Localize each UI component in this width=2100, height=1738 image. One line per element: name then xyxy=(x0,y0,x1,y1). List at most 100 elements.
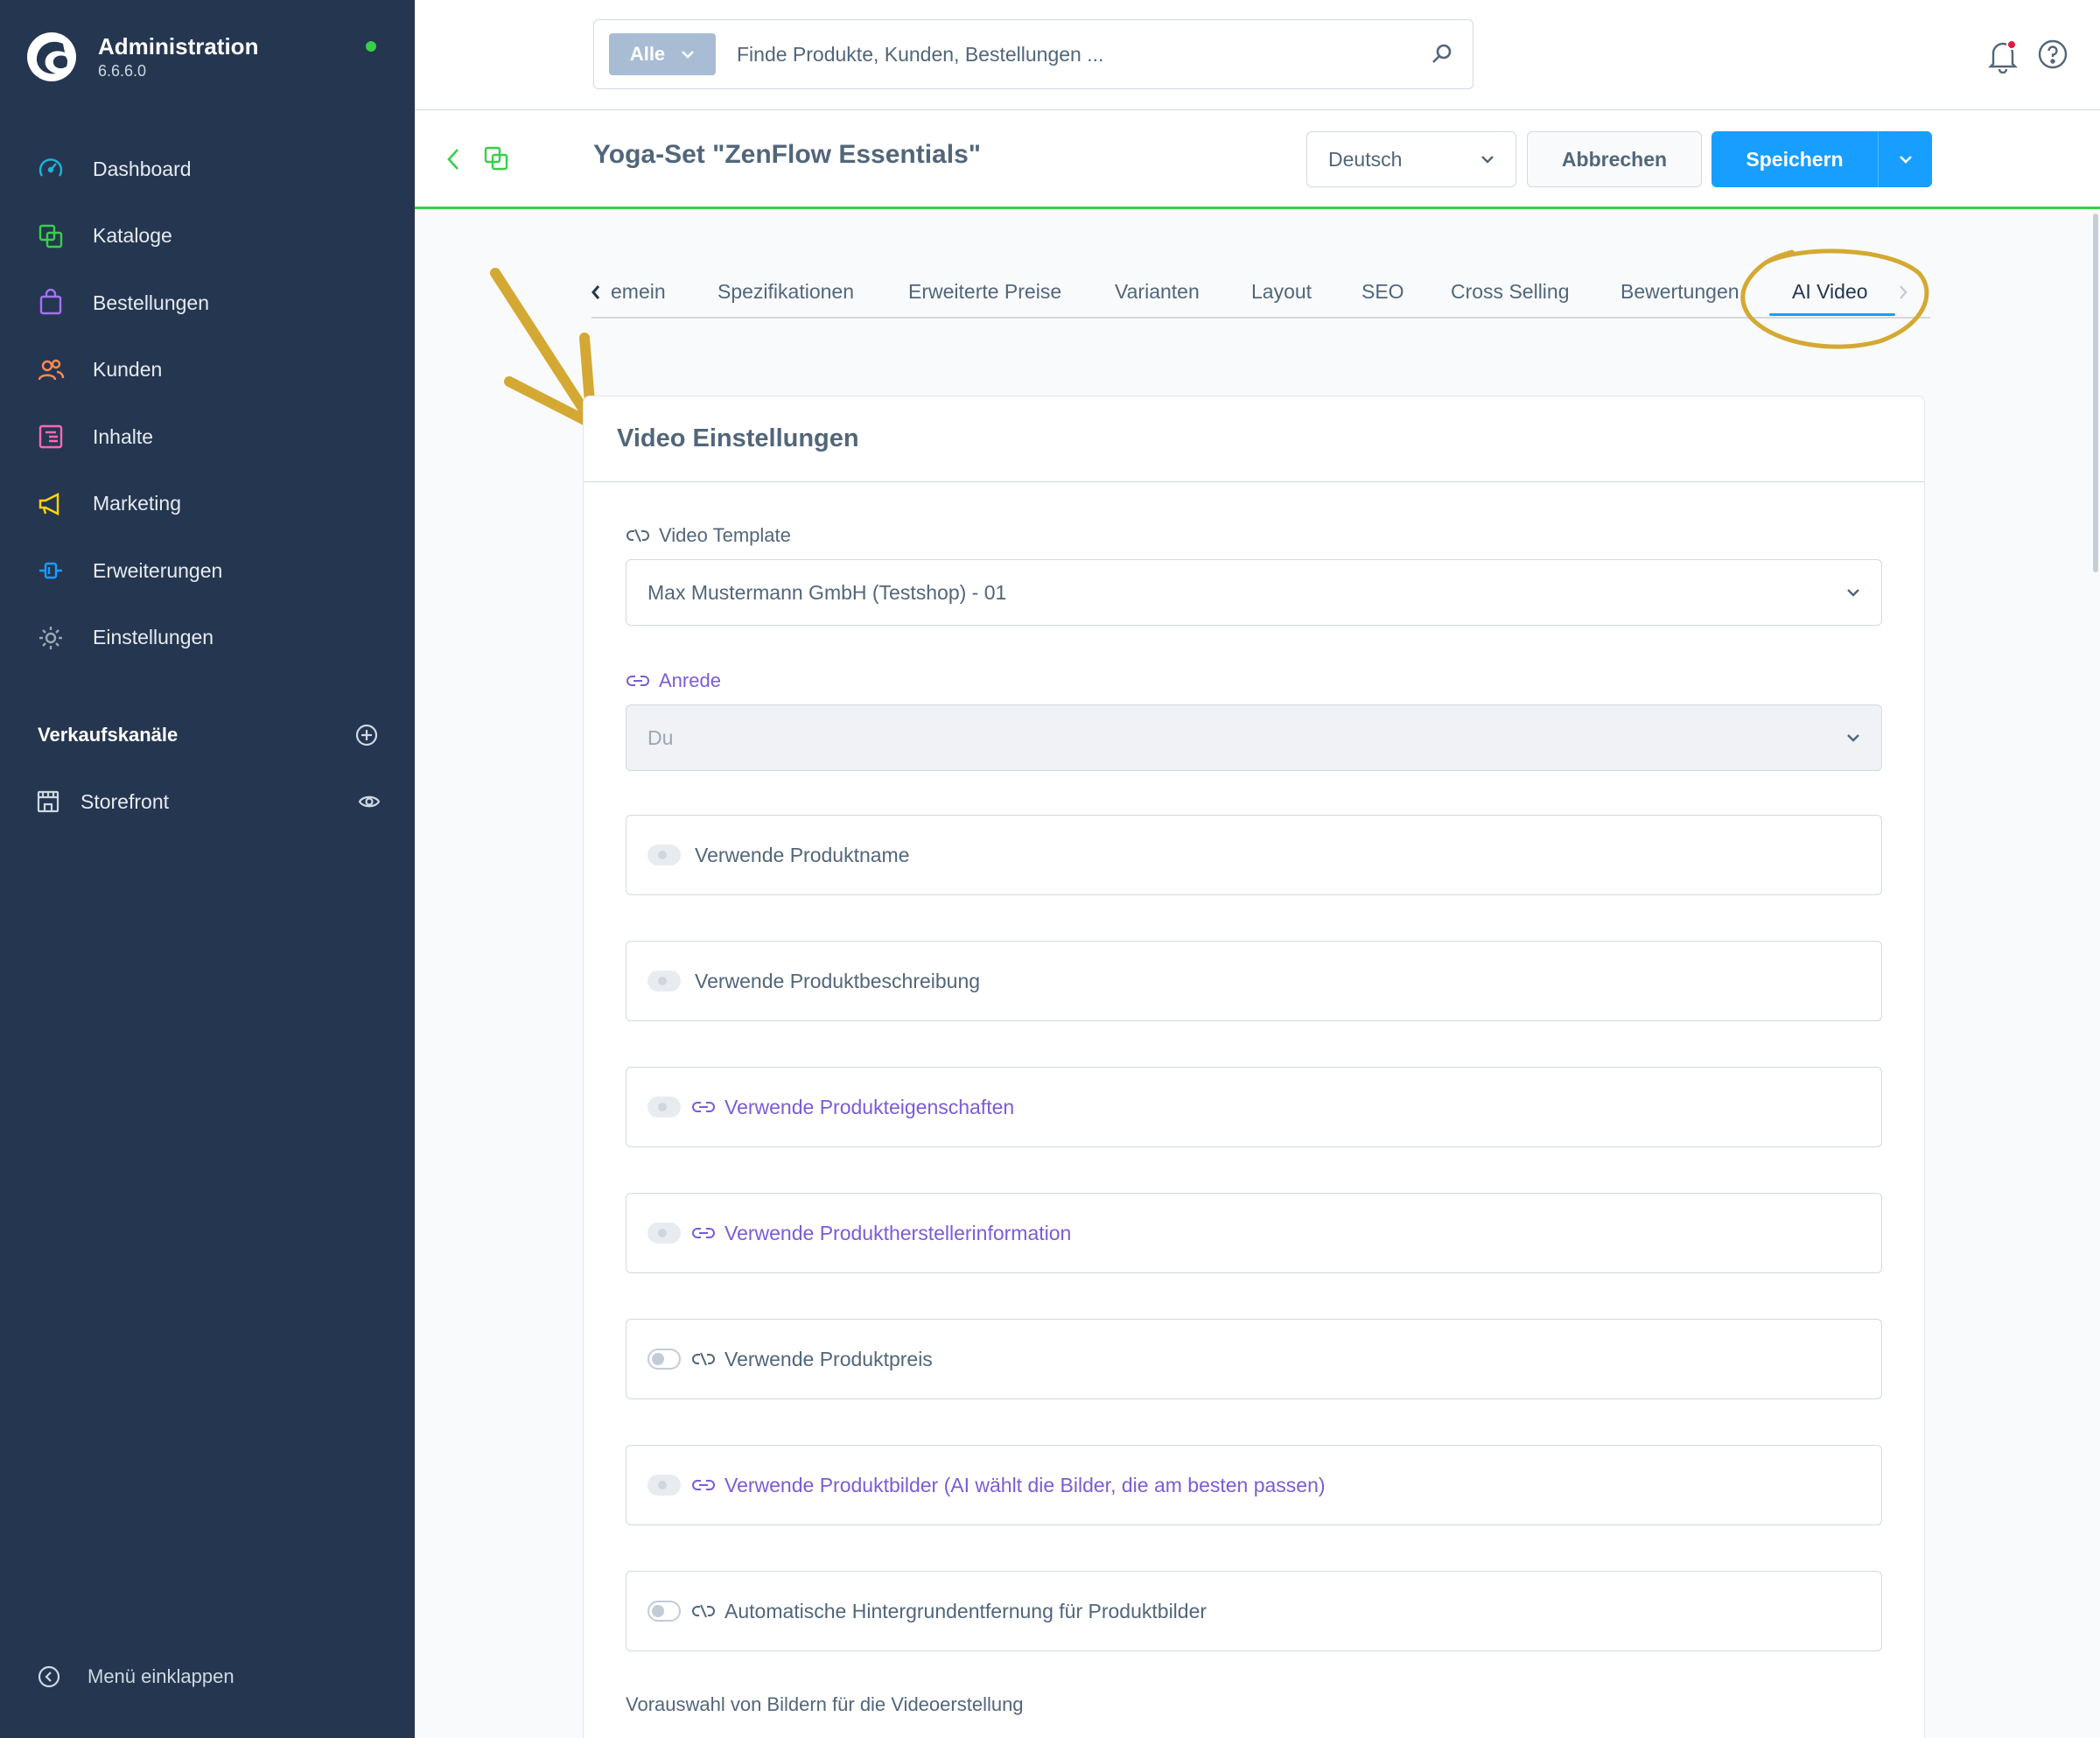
tab-erweiterte-preise[interactable]: Erweiterte Preise xyxy=(908,280,1061,304)
collapse-menu-button[interactable]: Menü einklappen xyxy=(37,1664,234,1689)
toggle-switch[interactable] xyxy=(648,1223,681,1244)
unlink-icon[interactable] xyxy=(691,1603,716,1619)
tab-cross-selling[interactable]: Cross Selling xyxy=(1451,280,1570,304)
search-scope-label: Alle xyxy=(629,43,666,65)
sidebar-item-kunden[interactable]: Kunden xyxy=(0,337,415,404)
eye-icon[interactable] xyxy=(358,793,381,810)
sidebar-item-label: Marketing xyxy=(93,492,181,515)
channel-label: Storefront xyxy=(80,789,169,813)
sidebar-channel-storefront[interactable]: Storefront xyxy=(35,784,381,819)
storefront-icon xyxy=(37,790,60,813)
help-icon xyxy=(2038,39,2068,69)
copy-icon[interactable] xyxy=(483,145,509,172)
toggle-switch[interactable] xyxy=(648,1349,681,1370)
sidebar-item-label: Erweiterungen xyxy=(93,558,223,582)
sidebar-item-kataloge[interactable]: Kataloge xyxy=(0,203,415,270)
sales-channels-title: Verkaufskanäle xyxy=(38,724,178,746)
link-icon[interactable] xyxy=(691,1099,716,1115)
unlink-icon[interactable] xyxy=(626,528,650,543)
toggle-switch[interactable] xyxy=(648,844,681,865)
users-icon xyxy=(35,354,66,386)
tab-spezifikationen[interactable]: Spezifikationen xyxy=(718,280,854,304)
chevron-down-icon xyxy=(1847,589,1859,597)
toggle-label: Automatische Hintergrundentfernung für P… xyxy=(724,1599,1208,1622)
search-input[interactable] xyxy=(737,42,1411,67)
link-icon[interactable] xyxy=(691,1225,716,1241)
add-circle-icon[interactable] xyxy=(354,723,379,747)
sidebar-nav: Dashboard Kataloge Bestellungen Kunden I… xyxy=(0,136,415,671)
notifications-button[interactable] xyxy=(1986,39,2020,78)
chevron-left-icon[interactable] xyxy=(590,284,602,301)
label-text: Anrede xyxy=(659,669,721,691)
salutation-label: Anrede xyxy=(626,669,721,692)
smart-bar: Yoga-Set "ZenFlow Essentials" Deutsch Ab… xyxy=(415,110,2100,209)
toggle-label: Verwende Produktbeschreibung xyxy=(695,969,981,992)
collapse-menu-label: Menü einklappen xyxy=(88,1665,234,1687)
brand[interactable]: Administration 6.6.6.0 xyxy=(26,32,258,82)
content-icon xyxy=(35,421,66,452)
toggle-product-price: Verwende Produktpreis xyxy=(626,1319,1882,1399)
toggle-product-properties: Verwende Produkteigenschaften xyxy=(626,1067,1882,1147)
brand-title: Administration xyxy=(98,32,259,60)
language-select[interactable]: Deutsch xyxy=(1306,131,1516,187)
tab-layout[interactable]: Layout xyxy=(1251,280,1312,304)
language-value: Deutsch xyxy=(1328,147,1403,171)
active-tab-indicator xyxy=(1769,313,1895,316)
back-arrow-icon[interactable] xyxy=(444,145,462,173)
toggle-product-images: Verwende Produktbilder (AI wählt die Bil… xyxy=(626,1445,1882,1525)
toggle-label: Verwende Produkteigenschaften xyxy=(724,1095,1015,1118)
tab-ai-video[interactable]: AI Video xyxy=(1792,280,1868,304)
sales-channels-header: Verkaufskanäle xyxy=(38,723,379,747)
chevron-left-circle-icon xyxy=(38,1665,60,1688)
search-button[interactable] xyxy=(1411,42,1473,67)
sidebar: Administration 6.6.6.0 Dashboard Katalog… xyxy=(0,0,415,1738)
link-icon[interactable] xyxy=(691,1477,716,1493)
card-header: Video Einstellungen xyxy=(584,396,1924,482)
sidebar-item-marketing[interactable]: Marketing xyxy=(0,471,415,538)
sidebar-item-label: Inhalte xyxy=(93,424,154,448)
chevron-right-icon[interactable] xyxy=(1897,284,1909,301)
video-template-select[interactable]: Max Mustermann GmbH (Testshop) - 01 xyxy=(626,559,1882,626)
tab-bewertungen[interactable]: Bewertungen xyxy=(1620,280,1740,304)
save-button[interactable]: Speichern xyxy=(1712,131,1878,187)
cancel-button[interactable]: Abbrechen xyxy=(1527,131,1702,187)
plug-icon xyxy=(35,555,66,586)
search-icon xyxy=(1432,44,1452,63)
tab-allgemein[interactable]: emein xyxy=(611,280,666,304)
gear-icon xyxy=(35,622,66,654)
scrollbar-thumb[interactable] xyxy=(2093,214,2098,572)
sidebar-item-label: Einstellungen xyxy=(93,626,214,649)
tab-seo[interactable]: SEO xyxy=(1362,280,1404,304)
toggle-switch[interactable] xyxy=(648,971,681,992)
shopware-logo-icon xyxy=(27,32,76,81)
sidebar-item-dashboard[interactable]: Dashboard xyxy=(0,136,415,203)
sidebar-item-erweiterungen[interactable]: Erweiterungen xyxy=(0,537,415,605)
help-button[interactable] xyxy=(2037,39,2068,74)
toggle-label: Verwende Produktbilder (AI wählt die Bil… xyxy=(724,1473,1326,1496)
tab-varianten[interactable]: Varianten xyxy=(1115,280,1200,304)
salutation-select[interactable]: Du xyxy=(626,704,1882,771)
sidebar-item-label: Bestellungen xyxy=(93,291,209,314)
toggle-manufacturer-info: Verwende Produktherstellerinformation xyxy=(626,1193,1882,1273)
toggle-background-removal: Automatische Hintergrundentfernung für P… xyxy=(626,1571,1882,1651)
link-icon[interactable] xyxy=(626,673,650,689)
video-template-label: Video Template xyxy=(626,524,791,547)
sidebar-item-inhalte[interactable]: Inhalte xyxy=(0,403,415,471)
global-search: Alle xyxy=(593,19,1474,89)
sidebar-item-bestellungen[interactable]: Bestellungen xyxy=(0,270,415,337)
save-options-button[interactable] xyxy=(1878,131,1932,187)
search-scope-select[interactable]: Alle xyxy=(609,33,716,75)
toggle-switch[interactable] xyxy=(648,1601,681,1622)
dashboard-icon xyxy=(35,153,66,185)
sidebar-item-einstellungen[interactable]: Einstellungen xyxy=(0,605,415,672)
brand-version: 6.6.6.0 xyxy=(98,62,147,81)
chevron-down-icon xyxy=(682,51,695,59)
bag-icon xyxy=(35,287,66,319)
sidebar-item-label: Dashboard xyxy=(93,157,192,180)
bell-icon xyxy=(1988,39,2018,74)
toggle-switch[interactable] xyxy=(648,1475,681,1496)
toggle-switch[interactable] xyxy=(648,1097,681,1118)
select-value: Max Mustermann GmbH (Testshop) - 01 xyxy=(648,580,1007,604)
page-title: Yoga-Set "ZenFlow Essentials" xyxy=(593,140,981,169)
unlink-icon[interactable] xyxy=(691,1351,716,1367)
